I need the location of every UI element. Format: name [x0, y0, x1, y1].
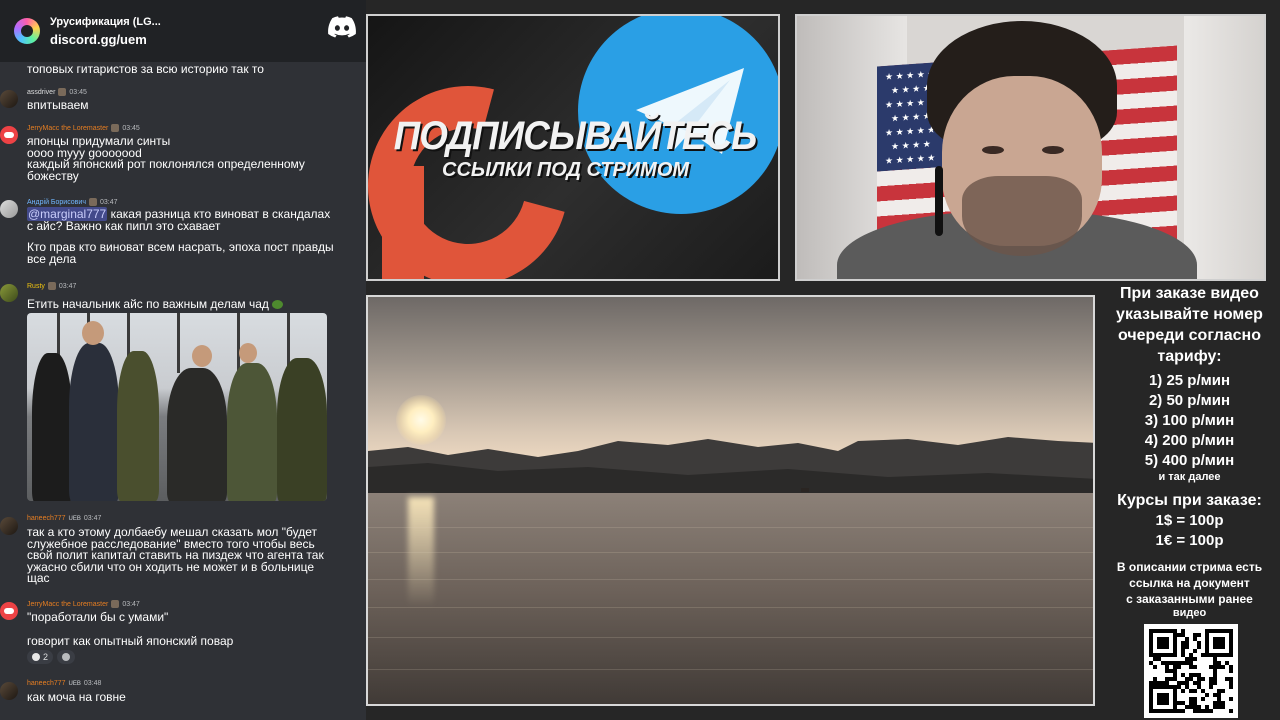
rates-title: Курсы при заказе: — [1117, 492, 1262, 509]
username[interactable]: JerryMacc the Loremaster — [27, 601, 108, 608]
server-icon — [14, 18, 40, 44]
message-text: топовых гитаристов за всю историю так то — [27, 62, 264, 76]
chat-header: Урусификация (LG... discord.gg/uem — [0, 0, 366, 62]
and-so-on-note: и так далее — [1158, 471, 1221, 483]
username[interactable]: assdriver — [27, 89, 55, 96]
username[interactable]: Rusty — [27, 283, 45, 290]
lake-water — [368, 493, 1093, 704]
username[interactable]: JerryMacc the Loremaster — [27, 125, 108, 132]
emoji-icon — [32, 653, 40, 661]
role-badge-icon — [111, 600, 120, 608]
message-text: Етить начальник айс по важным делам чад — [27, 298, 365, 311]
message-text: как моча на говне — [27, 690, 126, 704]
tariff-item: 4) 200 р/мин — [1144, 432, 1235, 449]
message-text: японцы придумали синты оооо myyy goooooo… — [27, 134, 305, 183]
reaction-chip[interactable]: 2 — [27, 650, 54, 664]
order-info-panel: При заказе видео указывайте номер очеред… — [1099, 280, 1280, 720]
avatar[interactable] — [0, 602, 18, 620]
pepe-emoji-icon — [272, 300, 284, 310]
headphone-cable — [935, 166, 943, 236]
promo-title: ПОДПИСЫВАЙТЕСЬ — [393, 114, 757, 158]
ueb-tag: UEB — [68, 515, 81, 522]
timestamp: 03:45 — [122, 124, 140, 132]
message-text: @marginal777 какая разница кто виноват в… — [27, 207, 334, 266]
rate-usd: 1$ = 100р — [1155, 512, 1224, 529]
rate-eur: 1€ = 100р — [1155, 532, 1224, 549]
username[interactable]: haneech777 — [27, 680, 66, 687]
tariff-item: 1) 25 р/мин — [1148, 372, 1231, 389]
server-name: Урусификация (LG... — [50, 16, 161, 28]
avatar[interactable] — [0, 682, 18, 700]
timestamp: 03:47 — [122, 600, 140, 608]
tariff-item: 5) 400 р/мин — [1144, 452, 1235, 469]
message-text: так а кто этому долбаебу мешал сказать м… — [27, 525, 324, 585]
boat — [801, 488, 809, 492]
timestamp: 03:47 — [99, 198, 118, 206]
message-text: впитываем — [27, 98, 89, 112]
username[interactable]: Андрій Борисович — [27, 199, 86, 206]
emoji-icon — [62, 653, 71, 661]
stream-layout: Урусификация (LG... discord.gg/uem топов… — [0, 0, 1280, 720]
timestamp: 03:47 — [83, 515, 102, 522]
tariff-item: 2) 50 р/мин — [1148, 392, 1231, 409]
role-badge-icon — [47, 282, 56, 290]
discord-chat-overlay: Урусификация (LG... discord.gg/uem топов… — [0, 0, 366, 720]
timestamp: 03:45 — [69, 88, 87, 96]
tariff-item: 3) 100 р/мин — [1144, 412, 1235, 429]
webcam-feed: ★ ★ ★ ★ ★ ★ ★ ★ ★ ★ ★ ★ ★ ★ ★ ★ ★ ★ ★ ★ … — [795, 14, 1266, 281]
role-badge-icon — [111, 124, 120, 132]
ueb-tag: UEB — [68, 680, 81, 687]
message-text: говорит как опытный японский повар — [27, 634, 234, 648]
discord-icon — [328, 16, 356, 38]
promo-subtitle: ССЫЛКИ ПОД СТРИМОМ — [442, 159, 690, 181]
role-badge-icon — [58, 88, 67, 96]
avatar[interactable] — [0, 126, 18, 144]
timestamp: 03:47 — [58, 282, 77, 290]
tariff-list: 1) 25 р/мин 2) 50 р/мин 3) 100 р/мин 4) … — [1099, 371, 1280, 483]
message-text: "поработали бы с умами" — [27, 610, 169, 624]
avatar[interactable] — [0, 284, 18, 302]
username[interactable]: haneech777 — [27, 515, 66, 522]
reactions-row: 2 — [27, 650, 76, 664]
timestamp: 03:48 — [83, 680, 102, 687]
avatar[interactable] — [0, 200, 18, 218]
avatar[interactable] — [0, 90, 18, 108]
role-badge-icon — [88, 198, 97, 206]
avatar[interactable] — [0, 517, 18, 535]
main-video-player[interactable] — [366, 295, 1095, 706]
subscribe-promo-banner: ПОДПИСЫВАЙТЕСЬ ССЫЛКИ ПОД СТРИМОМ — [366, 14, 780, 281]
message-image-attachment[interactable] — [27, 313, 327, 501]
qr-code-icon[interactable] — [1144, 624, 1238, 718]
add-reaction-button[interactable] — [57, 650, 76, 664]
invite-link[interactable]: discord.gg/uem — [50, 31, 161, 48]
